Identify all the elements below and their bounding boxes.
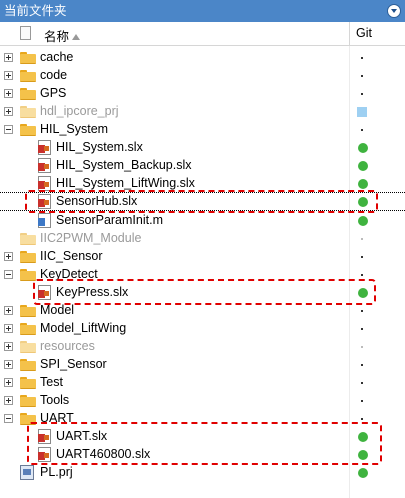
folder-row[interactable]: code [0,67,405,85]
item-label: Tools [40,393,70,407]
folder-icon [20,323,36,335]
simulink-model-icon [38,140,51,155]
item-label: HIL_System_LiftWing.slx [56,176,195,190]
folder-row[interactable]: Test [0,374,405,392]
item-label: HIL_System.slx [56,140,143,154]
folder-icon [20,305,36,317]
git-status-folder-icon [361,93,363,95]
item-label: IIC2PWM_Module [40,231,142,245]
folder-icon [20,70,36,82]
git-status-folder-icon [361,57,363,59]
git-status-folder-icon [361,75,363,77]
git-status-folder-icon [361,328,363,330]
folder-icon [20,233,36,245]
simulink-model-icon [38,176,51,191]
item-label: hdl_ipcore_prj [40,104,119,118]
folder-icon [20,106,36,118]
folder-row[interactable]: Tools [0,392,405,410]
collapse-minus-icon[interactable] [4,125,13,134]
matlab-script-icon [38,213,51,228]
expand-plus-icon[interactable] [4,71,13,80]
git-status-folder-icon [361,256,363,258]
folder-icon [20,251,36,263]
git-status-unmodified-icon [358,179,368,189]
item-label: SPI_Sensor [40,357,107,371]
file-row[interactable]: PL.prj [0,464,405,482]
git-status-folder-icon [361,364,363,366]
item-label: Model_LiftWing [40,321,127,335]
column-divider[interactable] [349,22,350,45]
red-annotation-box [25,190,378,213]
sort-ascending-icon [72,34,81,40]
file-row[interactable]: HIL_System_Backup.slx [0,157,405,175]
item-label: GPS [40,86,67,100]
folder-row[interactable]: resources [0,338,405,356]
project-file-icon [20,465,34,480]
folder-row[interactable]: IIC2PWM_Module [0,230,405,248]
red-annotation-box [27,422,382,465]
git-column-header[interactable]: Git [356,26,372,40]
item-label: Test [40,375,63,389]
folder-icon [20,359,36,371]
collapse-minus-icon[interactable] [4,270,13,279]
git-status-none-icon [361,346,363,348]
folder-icon [20,88,36,100]
git-status-ignored-icon [357,107,367,117]
folder-icon [20,377,36,389]
folder-icon [20,341,36,353]
git-status-folder-icon [361,418,363,420]
folder-row[interactable]: hdl_ipcore_prj [0,103,405,121]
folder-row[interactable]: cache [0,49,405,67]
folder-icon [20,124,36,136]
item-label: HIL_System [40,122,109,136]
folder-row[interactable]: IIC_Sensor [0,248,405,266]
git-status-folder-icon [361,274,363,276]
git-status-folder-icon [361,310,363,312]
expand-plus-icon[interactable] [4,360,13,369]
git-status-folder-icon [361,382,363,384]
expand-plus-icon[interactable] [4,107,13,116]
file-type-column-icon[interactable] [20,26,31,40]
folder-row[interactable]: GPS [0,85,405,103]
git-status-none-icon [361,238,363,240]
item-label: HIL_System_Backup.slx [56,158,192,172]
item-label: resources [40,339,95,353]
collapse-minus-icon[interactable] [4,414,13,423]
git-status-folder-icon [361,400,363,402]
name-column-header[interactable]: 名称 [44,26,81,45]
item-label: cache [40,50,74,64]
git-status-unmodified-icon [358,468,368,478]
expand-plus-icon[interactable] [4,53,13,62]
expand-plus-icon[interactable] [4,378,13,387]
simulink-model-icon [38,158,51,173]
panel-title-bar: 当前文件夹 [0,0,405,22]
git-status-unmodified-icon [358,216,368,226]
expand-plus-icon[interactable] [4,252,13,261]
folder-icon [20,52,36,64]
expand-plus-icon[interactable] [4,89,13,98]
git-status-unmodified-icon [358,161,368,171]
folder-row[interactable]: HIL_System [0,121,405,139]
item-label: code [40,68,68,82]
folder-row[interactable]: SPI_Sensor [0,356,405,374]
expand-plus-icon[interactable] [4,342,13,351]
panel-title: 当前文件夹 [4,4,67,18]
file-row[interactable]: SensorParamInit.m [0,212,405,230]
item-label: PL.prj [40,465,73,479]
folder-icon [20,395,36,407]
circle-chevron-down-icon[interactable] [387,4,401,18]
file-row[interactable]: HIL_System.slx [0,139,405,157]
git-status-folder-icon [361,129,363,131]
item-label: SensorParamInit.m [56,213,163,227]
expand-plus-icon[interactable] [4,306,13,315]
item-label: IIC_Sensor [40,249,103,263]
column-header: 名称 Git [0,22,405,46]
red-annotation-box [33,279,376,305]
folder-row[interactable]: Model_LiftWing [0,320,405,338]
expand-plus-icon[interactable] [4,396,13,405]
expand-plus-icon[interactable] [4,324,13,333]
git-status-unmodified-icon [358,143,368,153]
item-label: Model [40,303,75,317]
